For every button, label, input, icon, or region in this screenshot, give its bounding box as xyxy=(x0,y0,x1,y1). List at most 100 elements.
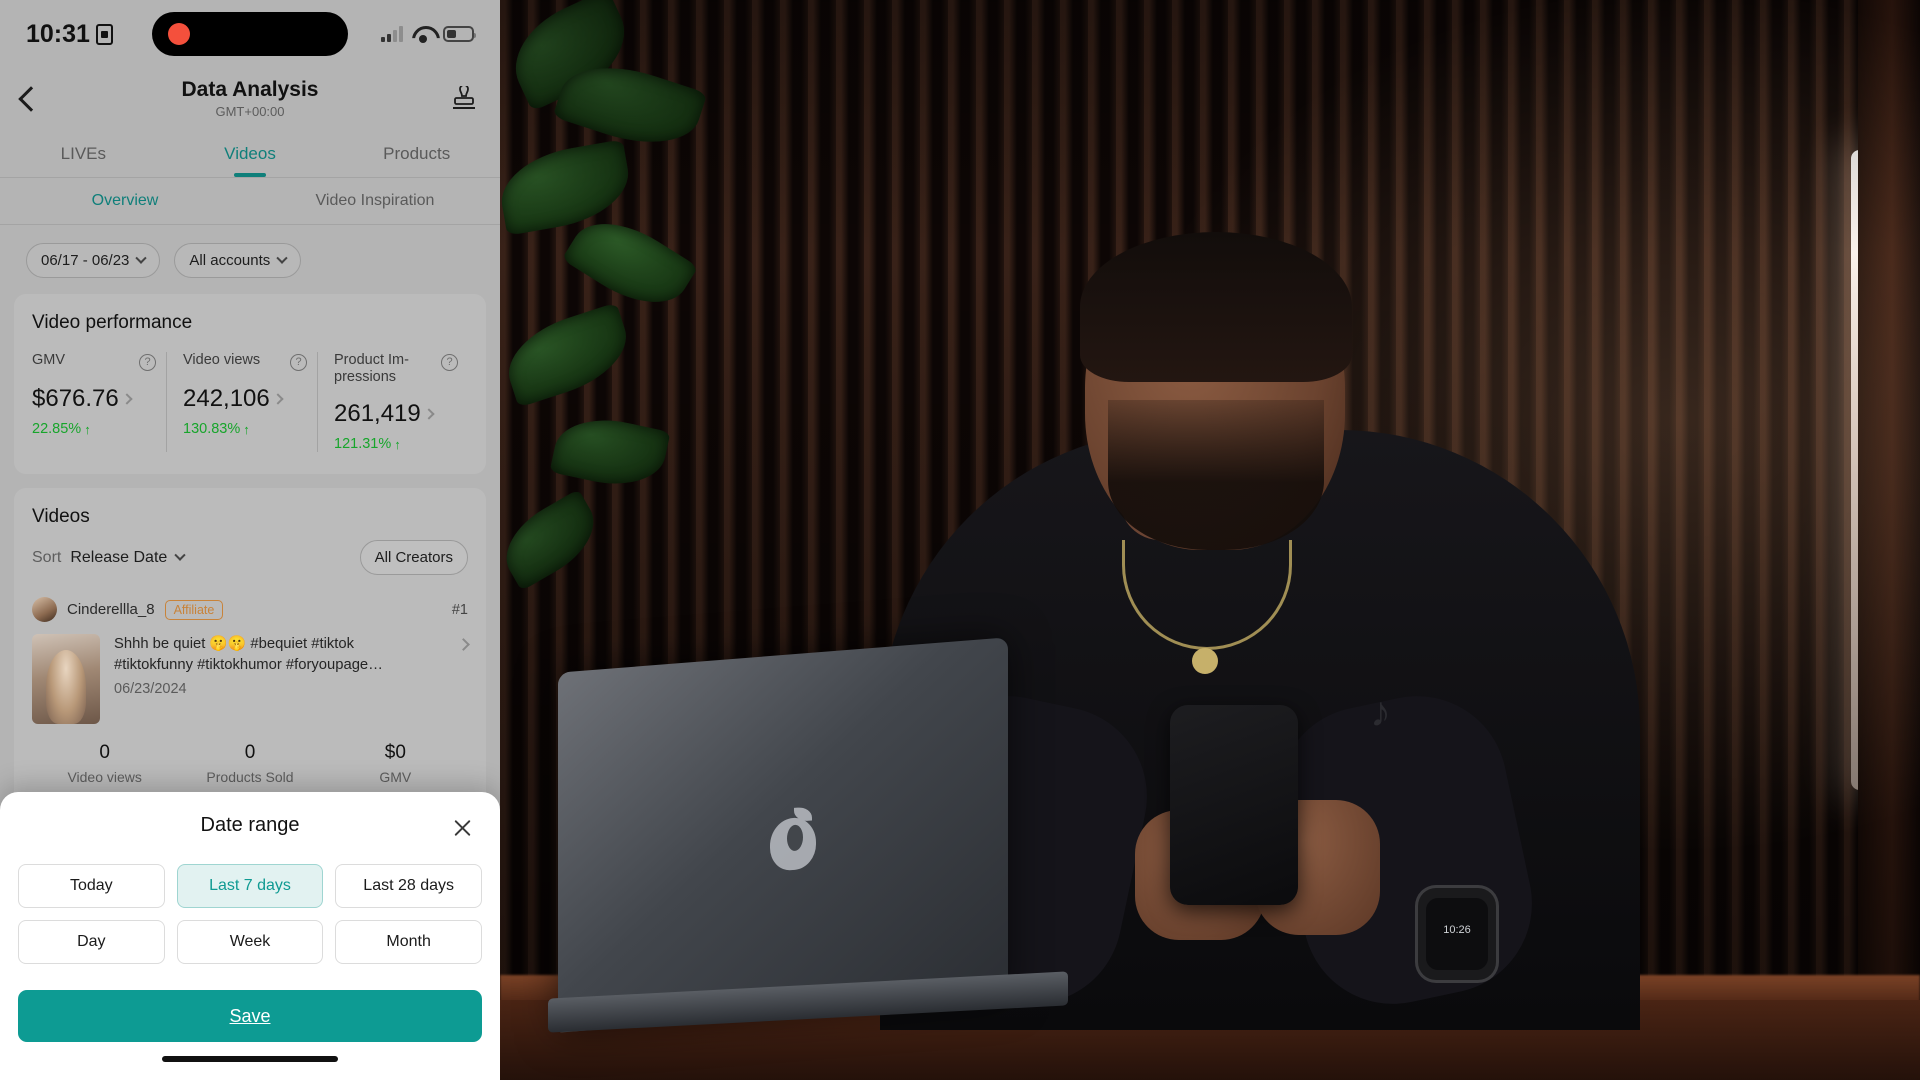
option-last-7-days[interactable]: Last 7 days xyxy=(176,864,324,908)
videos-title: Videos xyxy=(32,506,90,528)
metric-gmv-delta: 22.85% ↑ xyxy=(32,421,156,437)
page-title: Data Analysis xyxy=(181,77,319,101)
tab-lives[interactable]: LIVEs xyxy=(0,144,167,164)
video-stat-views-label: Video views xyxy=(67,769,142,786)
date-range-filter-label: 06/17 - 06/23 xyxy=(41,252,130,269)
video-details: Shhh be quiet 🤫🤫 #bequiet #tiktok #tikto… xyxy=(114,634,445,697)
sort-value: Release Date xyxy=(70,548,168,566)
tab-videos[interactable]: Videos xyxy=(167,144,334,164)
accounts-filter[interactable]: All accounts xyxy=(174,243,302,278)
option-last-28-days[interactable]: Last 28 days xyxy=(335,864,482,908)
tab-products[interactable]: Products xyxy=(333,144,500,164)
main-tabs: LIVEs Videos Products xyxy=(0,130,500,178)
wifi-icon xyxy=(412,26,434,43)
metric-gmv-label: GMV xyxy=(32,352,66,368)
person-hair xyxy=(1080,232,1352,382)
recording-indicator-icon xyxy=(168,23,190,45)
affiliate-badge: Affiliate xyxy=(164,599,224,620)
creators-filter[interactable]: All Creators xyxy=(359,540,468,576)
creator-row[interactable]: Cinderellla_8 Affiliate #1 xyxy=(32,597,468,623)
video-stat-products-sold-value: 0 xyxy=(244,742,256,764)
smartwatch: 10:26 xyxy=(1418,888,1496,980)
status-indicators xyxy=(381,26,476,43)
screenshot-root: ♪ 10:26 10:31 Data Analysis GMT+00:00 LI… xyxy=(0,0,1920,1080)
question-mark-icon[interactable]: ? xyxy=(139,354,156,371)
metric-product-impressions-delta-value: 121.31% xyxy=(334,436,392,453)
stamp-icon[interactable] xyxy=(450,84,478,112)
trend-up-icon: ↑ xyxy=(394,436,401,452)
status-clock: 10:31 xyxy=(26,20,113,49)
video-stats-row: 0 Video views 0 Products Sold $0 GMV xyxy=(32,742,468,785)
video-stat-gmv-value: $0 xyxy=(384,742,406,764)
status-bar: 10:31 xyxy=(0,0,500,68)
metric-product-impressions-label-line1: Product Im- xyxy=(334,352,409,368)
video-stat-views-value: 0 xyxy=(99,742,110,764)
avatar xyxy=(32,597,57,623)
chevron-down-icon xyxy=(135,252,148,264)
video-stat-products-sold: 0 Products Sold xyxy=(177,742,322,785)
chevron-down-icon xyxy=(174,549,186,561)
option-week[interactable]: Week xyxy=(176,920,324,964)
option-day[interactable]: Day xyxy=(18,920,165,964)
chevron-down-icon xyxy=(276,252,288,264)
battery-icon xyxy=(443,26,476,42)
video-stat-gmv: $0 GMV xyxy=(323,742,468,785)
option-month[interactable]: Month xyxy=(335,920,482,964)
cellular-bars-icon xyxy=(381,26,403,42)
video-stat-views: 0 Video views xyxy=(32,742,177,785)
metric-product-impressions-delta: 121.31% ↑ xyxy=(334,436,458,452)
option-today[interactable]: Today xyxy=(18,864,165,908)
metric-product-impressions-value: 261,419 xyxy=(334,400,421,428)
video-performance-title: Video performance xyxy=(32,312,193,333)
video-stat-gmv-label: GMV xyxy=(379,769,412,786)
sort-label: Sort xyxy=(32,548,62,566)
video-thumbnail[interactable] xyxy=(32,634,100,725)
video-performance-card: Video performance GMV ? $676.76 22.85% ↑… xyxy=(14,294,486,475)
metric-video-views-delta-value: 130.83% xyxy=(183,421,241,437)
date-range-filter[interactable]: 06/17 - 06/23 xyxy=(26,243,161,278)
videos-sort-row: Sort Release Date All Creators xyxy=(32,540,468,576)
video-date: 06/23/2024 xyxy=(114,681,187,698)
rank-badge: #1 xyxy=(451,601,468,618)
sheet-title: Date range xyxy=(200,814,300,836)
chevron-right-icon xyxy=(121,393,133,405)
metric-gmv[interactable]: GMV ? $676.76 22.85% ↑ xyxy=(32,352,166,452)
pendant xyxy=(1192,648,1218,674)
chevron-right-icon xyxy=(423,408,435,420)
metric-gmv-value: $676.76 xyxy=(32,385,119,412)
screen-record-icon xyxy=(95,23,113,45)
person-beard xyxy=(1108,400,1324,550)
metric-video-views-label: Video views xyxy=(183,352,261,368)
back-chevron-icon[interactable] xyxy=(18,86,44,112)
close-icon[interactable] xyxy=(450,816,474,840)
dynamic-island xyxy=(152,12,348,56)
handheld-phone xyxy=(1170,705,1298,905)
sort-control[interactable]: Sort Release Date xyxy=(32,548,186,567)
creators-filter-label: All Creators xyxy=(374,549,453,567)
video-list-item[interactable]: Shhh be quiet 🤫🤫 #bequiet #tiktok #tikto… xyxy=(32,634,470,725)
navigation-bar: Data Analysis GMT+00:00 xyxy=(0,68,500,130)
metric-video-views[interactable]: Video views ? 242,106 130.83% ↑ xyxy=(166,352,317,453)
watch-face-time: 10:26 xyxy=(1426,898,1488,970)
metrics-row: GMV ? $676.76 22.85% ↑ Video views ? 242… xyxy=(32,352,468,453)
date-range-options: Today Last 7 days Last 28 days Day Week … xyxy=(18,864,482,964)
video-stat-products-sold-label: Products Sold xyxy=(206,769,294,786)
video-caption-line1: Shhh be quiet 🤫🤫 #bequiet #tiktok xyxy=(114,636,355,653)
save-button[interactable]: Save xyxy=(18,990,482,1042)
metric-product-impressions[interactable]: Product Im- pressions ? 261,419 121.31% … xyxy=(317,352,468,453)
phone-screen-recording: 10:31 Data Analysis GMT+00:00 LIVEs Vide… xyxy=(0,0,500,1080)
trend-up-icon: ↑ xyxy=(243,421,250,437)
question-mark-icon[interactable]: ? xyxy=(441,354,458,371)
metric-product-impressions-label: Product Im- pressions xyxy=(334,352,409,386)
metric-video-views-value: 242,106 xyxy=(183,385,270,412)
question-mark-icon[interactable]: ? xyxy=(290,354,307,371)
trend-up-icon: ↑ xyxy=(84,421,91,437)
tab-overview[interactable]: Overview xyxy=(0,192,250,210)
home-indicator xyxy=(162,1056,338,1062)
save-button-label: Save xyxy=(229,1005,271,1026)
status-time: 10:31 xyxy=(26,19,90,48)
tab-video-inspiration[interactable]: Video Inspiration xyxy=(250,192,500,210)
metric-product-impressions-label-line2: pressions xyxy=(334,369,397,386)
video-caption-line2: #tiktokfunny #tiktokhumor #foryoupage… xyxy=(114,656,383,673)
sub-tabs: Overview Video Inspiration xyxy=(0,178,500,225)
